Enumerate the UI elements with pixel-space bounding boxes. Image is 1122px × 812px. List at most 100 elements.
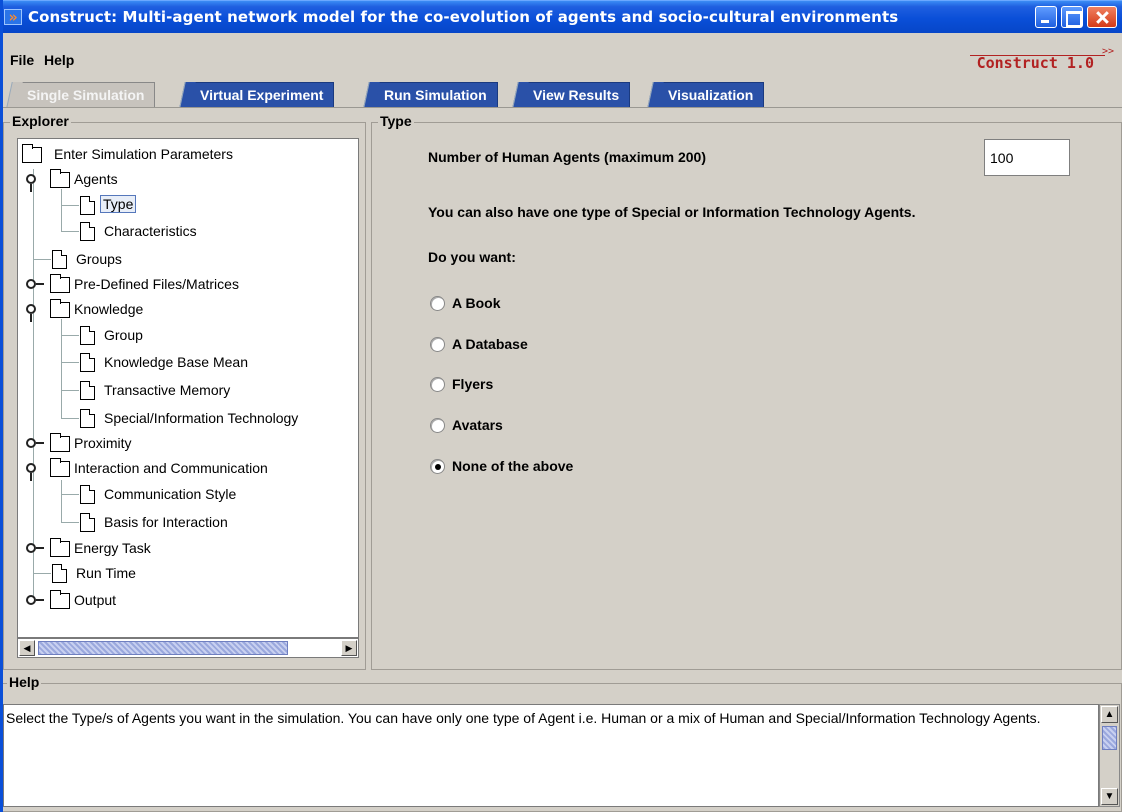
folder-icon: [50, 433, 70, 452]
human-agents-input[interactable]: [984, 139, 1070, 176]
document-icon: [80, 381, 95, 400]
help-vertical-scrollbar[interactable]: ▲ ▼: [1099, 704, 1120, 807]
tree-connector: [61, 205, 79, 206]
tree-connector: [61, 390, 79, 391]
explorer-title: Explorer: [10, 113, 71, 129]
human-agents-label: Number of Human Agents (maximum 200): [428, 149, 706, 165]
folder-icon: [50, 169, 70, 188]
tab-divider: [0, 107, 1122, 108]
document-icon: [52, 250, 67, 269]
brand-arrow-icon: >>: [1102, 46, 1115, 57]
tree-connector: [61, 189, 62, 231]
scroll-left-arrow-icon[interactable]: ◀: [19, 640, 35, 656]
tree-node-label: Transactive Memory: [104, 382, 231, 398]
radio-circle-icon[interactable]: [430, 418, 445, 433]
folder-icon: [50, 458, 70, 477]
tree-node-label: Special/Information Technology: [104, 410, 299, 426]
document-icon: [80, 409, 95, 428]
radio-label: A Database: [452, 336, 528, 352]
scroll-thumb[interactable]: [38, 641, 288, 655]
minimize-button[interactable]: [1035, 6, 1057, 28]
document-icon: [80, 196, 95, 215]
document-icon: [80, 513, 95, 532]
radio-label: A Book: [452, 295, 501, 311]
explorer-tree[interactable]: Enter Simulation Parameters Agents Type …: [17, 138, 359, 638]
radio-circle-icon[interactable]: [430, 296, 445, 311]
scroll-down-arrow-icon[interactable]: ▼: [1101, 788, 1118, 805]
folder-icon: [50, 274, 70, 293]
radio-label: None of the above: [452, 458, 574, 474]
window-title: Construct: Multi-agent network model for…: [28, 8, 899, 26]
collapsed-toggle-icon[interactable]: [26, 543, 44, 553]
tree-connector: [33, 259, 51, 260]
radio-selected-icon[interactable]: [430, 459, 445, 474]
maximize-button[interactable]: [1061, 6, 1083, 28]
tree-node-label: Interaction and Communication: [74, 460, 268, 476]
tree-node-label: Groups: [76, 251, 122, 267]
help-title: Help: [7, 674, 42, 690]
document-icon: [80, 222, 95, 241]
tree-node-label: Proximity: [74, 435, 132, 451]
folder-icon: [50, 590, 70, 609]
help-text: Select the Type/s of Agents you want in …: [3, 704, 1099, 807]
menu-file[interactable]: File: [10, 52, 34, 68]
folder-icon: [50, 538, 70, 557]
collapsed-toggle-icon[interactable]: [26, 595, 44, 605]
tree-connector: [61, 231, 79, 232]
expanded-toggle-icon[interactable]: [26, 463, 36, 481]
tree-connector: [61, 335, 79, 336]
tree-node-label: Pre-Defined Files/Matrices: [74, 276, 239, 292]
collapsed-toggle-icon[interactable]: [26, 279, 44, 289]
radio-circle-icon[interactable]: [430, 377, 445, 392]
tree-node-label: Output: [74, 592, 117, 608]
close-button[interactable]: [1087, 6, 1117, 28]
tab-view-results[interactable]: View Results: [522, 82, 631, 107]
expanded-toggle-icon[interactable]: [26, 304, 36, 322]
type-panel-title: Type: [378, 113, 414, 129]
tree-node-label: Agents: [74, 171, 118, 187]
tree-node-label: Type: [100, 195, 137, 213]
document-icon: [52, 564, 67, 583]
document-icon: [80, 353, 95, 372]
tree-connector: [61, 319, 62, 418]
tree-node-label: Knowledge Base Mean: [104, 354, 248, 370]
expanded-toggle-icon[interactable]: [26, 174, 36, 192]
app-icon[interactable]: »: [4, 9, 22, 25]
tree-node-label: Characteristics: [104, 223, 197, 239]
radio-label: Avatars: [452, 417, 503, 433]
window-border: [0, 0, 3, 812]
folder-icon: [22, 144, 42, 163]
title-bar[interactable]: » Construct: Multi-agent network model f…: [0, 0, 1122, 33]
tree-connector: [61, 522, 79, 523]
brand-label: Construct 1.0: [976, 54, 1094, 72]
tree-node-label: Run Time: [76, 565, 136, 581]
scroll-right-arrow-icon[interactable]: ▶: [341, 640, 357, 656]
menu-bar: File Help: [0, 33, 1122, 77]
tree-node-label: Communication Style: [104, 486, 237, 502]
document-icon: [80, 485, 95, 504]
tree-connector: [61, 480, 62, 522]
explorer-horizontal-scrollbar[interactable]: ◀ ▶: [17, 638, 359, 658]
menu-help[interactable]: Help: [44, 52, 74, 68]
tab-visualization[interactable]: Visualization: [657, 82, 765, 107]
tree-connector: [33, 169, 34, 598]
tree-node-label: Group: [104, 327, 143, 343]
radio-label: Flyers: [452, 376, 494, 392]
tree-node-label: Energy Task: [74, 540, 151, 556]
tree-node-label: Basis for Interaction: [104, 514, 228, 530]
tab-single-simulation[interactable]: Single Simulation: [16, 82, 156, 107]
tree-connector: [61, 362, 79, 363]
tab-run-simulation[interactable]: Run Simulation: [373, 82, 498, 107]
radio-circle-icon[interactable]: [430, 337, 445, 352]
document-icon: [80, 326, 95, 345]
folder-icon: [50, 299, 70, 318]
tree-node-label: Knowledge: [74, 301, 144, 317]
question-label: Do you want:: [428, 249, 516, 265]
collapsed-toggle-icon[interactable]: [26, 438, 44, 448]
scroll-up-arrow-icon[interactable]: ▲: [1101, 706, 1118, 723]
tab-virtual-experiment[interactable]: Virtual Experiment: [189, 82, 335, 107]
special-agents-note: You can also have one type of Special or…: [428, 204, 916, 220]
tree-connector: [61, 494, 79, 495]
scroll-thumb[interactable]: [1102, 726, 1117, 750]
tree-connector: [33, 573, 51, 574]
